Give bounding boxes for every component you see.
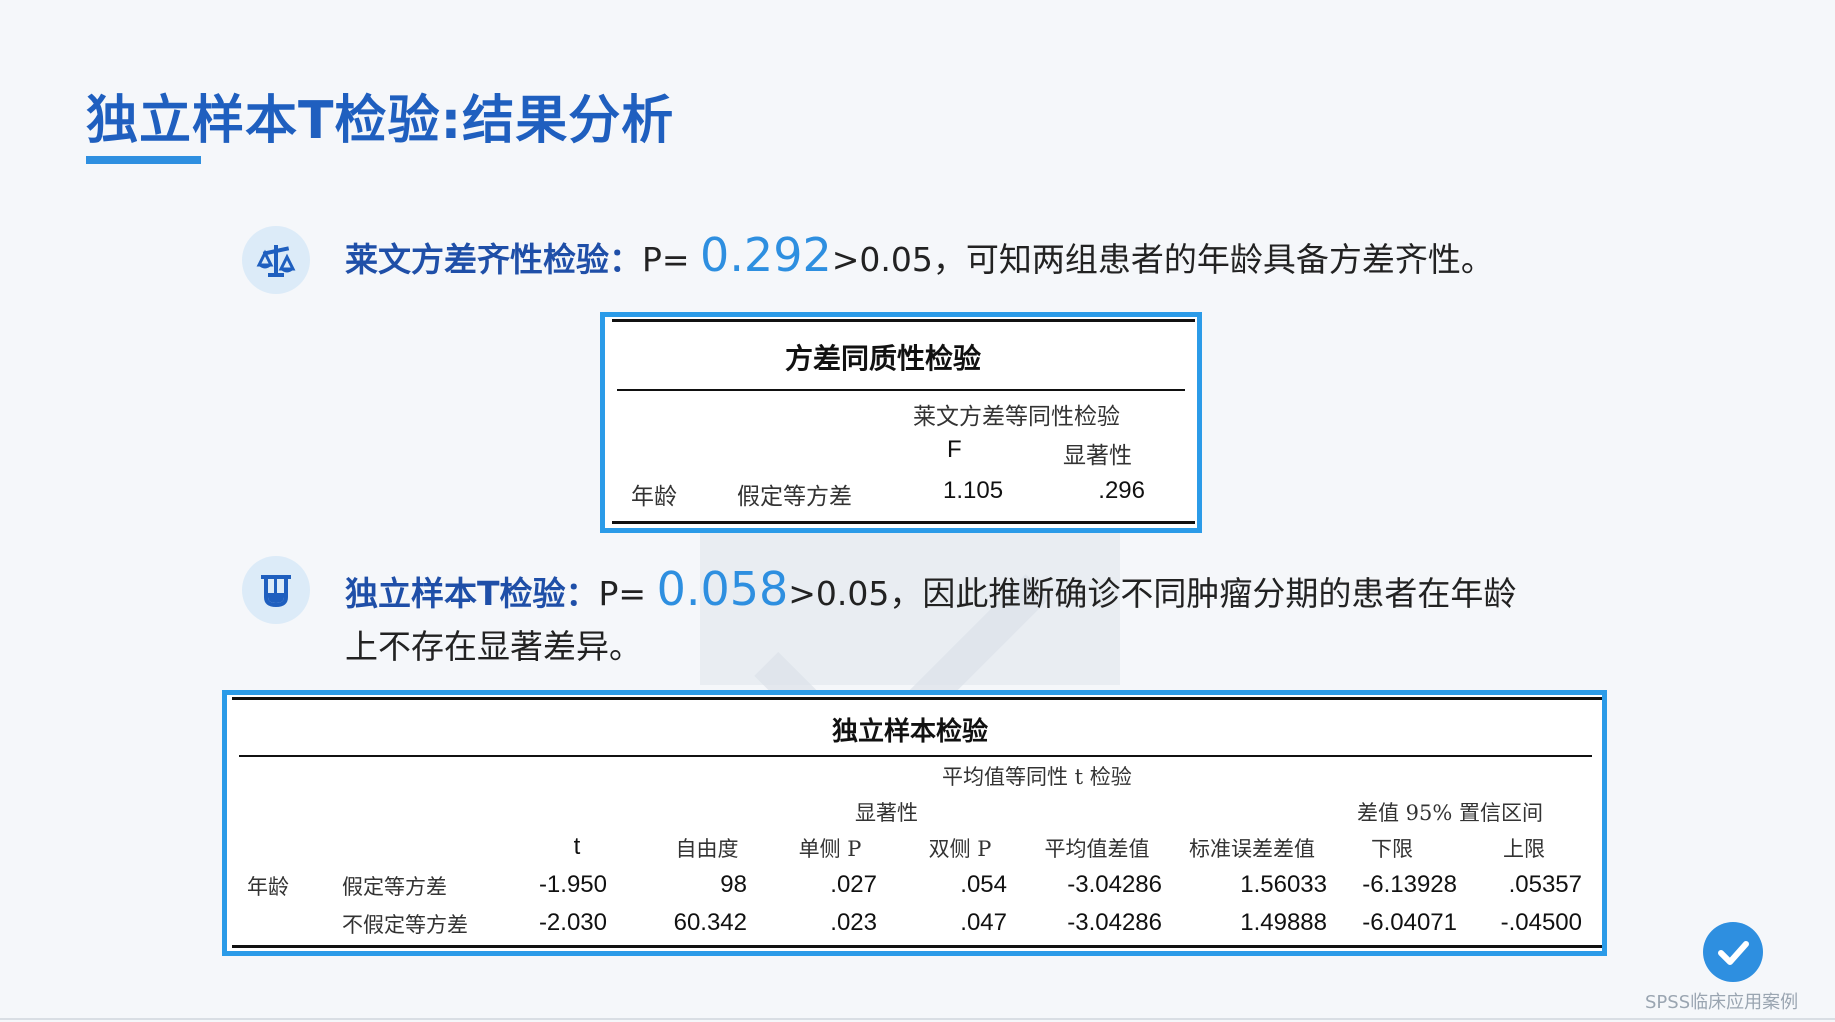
ttest-p-value: 0.058 xyxy=(656,562,789,616)
table2-row2-t: -2.030 xyxy=(538,909,607,936)
table2-col-df: 自由度 xyxy=(675,837,739,861)
table2-col-lower: 下限 xyxy=(1371,837,1413,861)
page-title: 独立样本T检验:结果分析 xyxy=(86,91,675,151)
table2-row2-sub: 不假定等方差 xyxy=(342,913,468,937)
footer-brand: SPSS临床应用案例 xyxy=(1645,992,1799,1013)
table2-row1-p2: .054 xyxy=(960,871,1007,898)
ttest-table-frame: 独立样本检验 平均值等同性 t 检验 显著性 差值 95% 置信区间 t 自由度… xyxy=(222,690,1607,956)
ttest-conclusion-line1: >0.05，因此推断确诊不同肿瘤分期的患者在年龄 xyxy=(788,574,1517,613)
table2-col-mean-diff: 平均值差值 xyxy=(1044,837,1150,861)
table1-sig-value: .296 xyxy=(1098,477,1145,504)
table1-header-rule xyxy=(617,389,1185,391)
table2-row1-upper: .05357 xyxy=(1508,871,1582,898)
levene-conclusion: >0.05，可知两组患者的年龄具备方差齐性。 xyxy=(831,240,1494,279)
table2-col-p2: 双侧 P xyxy=(928,837,992,861)
bottom-divider xyxy=(0,1018,1835,1020)
table2-row1-df: 98 xyxy=(720,871,747,898)
table1-col-f: F xyxy=(947,436,962,463)
levene-sentence: 莱文方差齐性检验：P= 0.292>0.05，可知两组患者的年龄具备方差齐性。 xyxy=(345,232,1494,278)
ttest-colon: ： xyxy=(565,574,599,613)
table2-row2-upper: -.04500 xyxy=(1500,909,1582,936)
table2-header-rule xyxy=(239,755,1592,757)
table2-row1-p1: .027 xyxy=(830,871,877,898)
ttest-sentence-line1: 独立样本T检验：P= 0.058>0.05，因此推断确诊不同肿瘤分期的患者在年龄 xyxy=(345,566,1516,612)
title-underline xyxy=(86,156,201,164)
levene-label: 莱文方差齐性检验 xyxy=(345,240,609,279)
levene-table-frame: 方差同质性检验 莱文方差等同性检验 F 显著性 年龄 假定等方差 1.105 .… xyxy=(600,312,1202,533)
table1-title: 方差同质性检验 xyxy=(785,342,982,375)
table1-row-label: 年龄 xyxy=(631,484,677,510)
checkmark-badge-icon xyxy=(1703,922,1763,982)
table2-sig-header: 显著性 xyxy=(855,801,918,825)
levene-p-value: 0.292 xyxy=(700,228,832,282)
ttest-p-prefix: P= xyxy=(598,574,657,613)
table2-bottom-rule xyxy=(232,945,1602,948)
table2-col-p1: 单侧 P xyxy=(798,837,862,861)
table2-group-header: 平均值等同性 t 检验 xyxy=(942,765,1132,789)
table2-row2-df: 60.342 xyxy=(673,909,747,936)
scale-icon xyxy=(242,226,310,294)
table2-row-label: 年龄 xyxy=(247,875,289,899)
table2-row1-sub: 假定等方差 xyxy=(342,875,447,899)
table2-row1-t: -1.950 xyxy=(538,871,607,898)
table2-row1-lower: -6.13928 xyxy=(1362,871,1457,898)
table2-row1-se-diff: 1.56033 xyxy=(1240,871,1327,898)
table2-row1-mean-diff: -3.04286 xyxy=(1067,871,1162,898)
table2-col-se-diff: 标准误差差值 xyxy=(1189,837,1315,861)
table2-row2-lower: -6.04071 xyxy=(1362,909,1457,936)
table2-col-upper: 上限 xyxy=(1503,837,1545,861)
table2-row2-p2: .047 xyxy=(960,909,1007,936)
table2-row2-se-diff: 1.49888 xyxy=(1240,909,1327,936)
table1-f-value: 1.105 xyxy=(943,477,1004,504)
table2-row2-mean-diff: -3.04286 xyxy=(1067,909,1162,936)
ttest-conclusion-line2: 上不存在显著差异。 xyxy=(345,627,642,666)
table2-row2-p1: .023 xyxy=(830,909,877,936)
table1-bottom-rule xyxy=(612,521,1195,524)
table2-ci-header: 差值 95% 置信区间 xyxy=(1357,801,1544,825)
table2-top-rule xyxy=(232,697,1602,700)
table1-top-rule xyxy=(612,319,1195,322)
table1-col-sig: 显著性 xyxy=(1063,443,1132,469)
flask-icon xyxy=(242,556,310,624)
table2-title: 独立样本检验 xyxy=(832,717,989,747)
slide: 独立样本T检验:结果分析 莱文方差齐性检验：P= 0.292>0.05，可知两组… xyxy=(0,0,1835,1022)
table1-row-sub: 假定等方差 xyxy=(737,484,852,510)
table2-col-t: t xyxy=(573,833,581,860)
levene-p-prefix: P= xyxy=(642,240,701,279)
table1-group-header: 莱文方差等同性检验 xyxy=(913,404,1120,430)
levene-colon: ： xyxy=(609,240,642,279)
ttest-label: 独立样本T检验 xyxy=(345,574,566,613)
